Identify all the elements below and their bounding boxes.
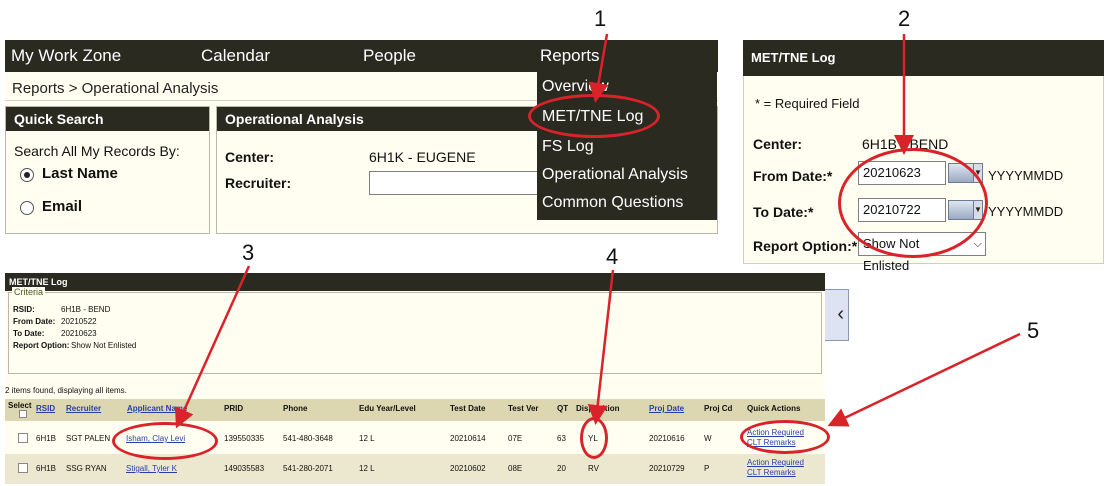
annotation-arrows	[175, 33, 1021, 429]
arrow-to-menu-item	[588, 33, 609, 103]
arrow-to-applicant	[175, 265, 251, 429]
arrow-to-disposition	[587, 269, 615, 425]
arrow-to-quick-actions	[827, 332, 1021, 427]
